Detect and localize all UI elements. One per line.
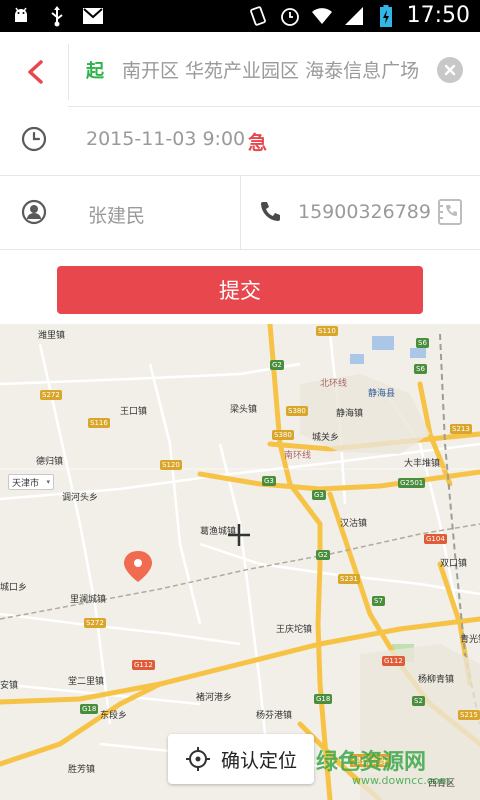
road-tag: G3 xyxy=(312,490,326,500)
chevron-left-icon xyxy=(28,60,43,84)
urgent-badge: 急 xyxy=(248,132,268,154)
map-label: 双口镇 xyxy=(440,559,468,569)
datetime-field[interactable]: 2015-11-03 9:00 xyxy=(86,128,245,150)
road-tag: S272 xyxy=(40,390,62,400)
road-tag: G2 xyxy=(316,550,330,560)
confirm-location-button[interactable]: 确认定位 xyxy=(168,734,314,784)
map-label: 南环线 xyxy=(284,451,312,461)
map-label: 青光镇 xyxy=(460,635,480,645)
chevron-down-icon: ▾ xyxy=(46,478,50,486)
map-label: 大丰堆镇 xyxy=(404,459,441,469)
road-tag: G104 xyxy=(424,534,447,544)
contact-name-field[interactable]: 张建民 xyxy=(88,201,145,228)
map-label: 汉沽镇 xyxy=(340,519,368,529)
map-label: 王庆坨镇 xyxy=(276,625,313,635)
locate-target-icon xyxy=(185,747,210,771)
road-tag: S6 xyxy=(414,364,427,374)
back-button[interactable] xyxy=(20,52,50,92)
divider xyxy=(0,249,480,250)
map-view[interactable]: 潍里镇 王口镇 梁头镇 静海镇 静海县 城关乡 大丰堆镇 北环线 南环线 德归镇… xyxy=(0,324,480,800)
map-canvas xyxy=(0,324,480,800)
road-tag: S380 xyxy=(286,406,308,416)
contacts-book-icon[interactable] xyxy=(436,197,464,227)
map-label: 城关乡 xyxy=(312,433,340,443)
road-tag: S7 xyxy=(372,596,385,606)
map-label: 静海县 xyxy=(368,389,396,399)
close-icon xyxy=(444,64,456,76)
confirm-location-label: 确认定位 xyxy=(220,749,297,772)
road-tag: S231 xyxy=(338,574,360,584)
android-debug-icon xyxy=(10,5,32,27)
submit-button[interactable]: 提交 xyxy=(57,266,423,314)
divider xyxy=(240,176,241,249)
road-tag: G2 xyxy=(270,360,284,370)
divider xyxy=(68,106,480,107)
road-tag: S215 xyxy=(458,710,480,720)
watermark: 绿色资源网 xyxy=(316,750,427,775)
road-tag: G112 xyxy=(382,656,405,666)
road-tag: G112 xyxy=(132,660,155,670)
map-label: 德归镇 xyxy=(36,457,64,467)
map-label: 北环线 xyxy=(320,379,348,389)
wifi-icon xyxy=(311,5,333,27)
map-label: 城口乡 xyxy=(0,583,28,593)
phone-icon xyxy=(257,199,283,225)
map-label: 东段乡 xyxy=(100,711,128,721)
map-label: 潍里镇 xyxy=(38,331,66,341)
road-tag: G3 xyxy=(262,476,276,486)
signal-icon xyxy=(343,5,365,27)
location-pin-icon xyxy=(124,551,152,582)
clear-address-button[interactable] xyxy=(437,57,463,83)
address-input[interactable]: 南开区 华苑产业园区 海泰信息广场 xyxy=(122,56,419,83)
vibrate-icon xyxy=(247,5,269,27)
phone-field[interactable]: 15900326789 xyxy=(298,201,431,223)
battery-icon xyxy=(375,4,397,27)
road-tag: S2 xyxy=(412,696,425,706)
start-tag: 起 xyxy=(86,61,104,82)
map-label: 葛渔城镇 xyxy=(200,527,237,537)
road-tag: S110 xyxy=(316,326,338,336)
divider xyxy=(68,44,69,100)
watermark-url: www.downcc.com xyxy=(352,774,451,787)
usb-icon xyxy=(46,5,68,27)
road-tag: S116 xyxy=(88,418,110,428)
status-bar: 17:50 xyxy=(0,0,480,32)
road-tag: S213 xyxy=(450,424,472,434)
road-tag: G2501 xyxy=(398,478,426,488)
person-icon xyxy=(20,198,48,226)
road-tag: S380 xyxy=(272,430,294,440)
road-tag: G18 xyxy=(314,694,333,704)
road-tag: S120 xyxy=(160,460,182,470)
gmail-icon xyxy=(82,5,104,27)
map-label: 杨柳青镇 xyxy=(418,675,455,685)
clock-icon xyxy=(20,125,48,153)
city-selector[interactable]: 天津市 ▾ xyxy=(8,474,54,490)
map-label: 堂二里镇 xyxy=(68,677,105,687)
status-time: 17:50 xyxy=(406,3,470,28)
road-tag: G18 xyxy=(80,704,99,714)
map-label: 安镇 xyxy=(0,681,19,691)
map-label: 王口镇 xyxy=(120,407,148,417)
road-tag: S6 xyxy=(416,338,429,348)
map-label: 杨芬港镇 xyxy=(256,711,293,721)
map-label: 梁头镇 xyxy=(230,405,258,415)
map-label: 静海镇 xyxy=(336,409,364,419)
city-selector-label: 天津市 xyxy=(12,478,40,489)
map-label: 里澜城镇 xyxy=(70,595,107,605)
map-label: 褚河港乡 xyxy=(196,693,233,703)
map-label: 调河头乡 xyxy=(62,493,99,503)
alarm-icon xyxy=(279,5,301,27)
road-tag: S272 xyxy=(84,618,106,628)
map-label: 胜芳镇 xyxy=(68,765,96,775)
